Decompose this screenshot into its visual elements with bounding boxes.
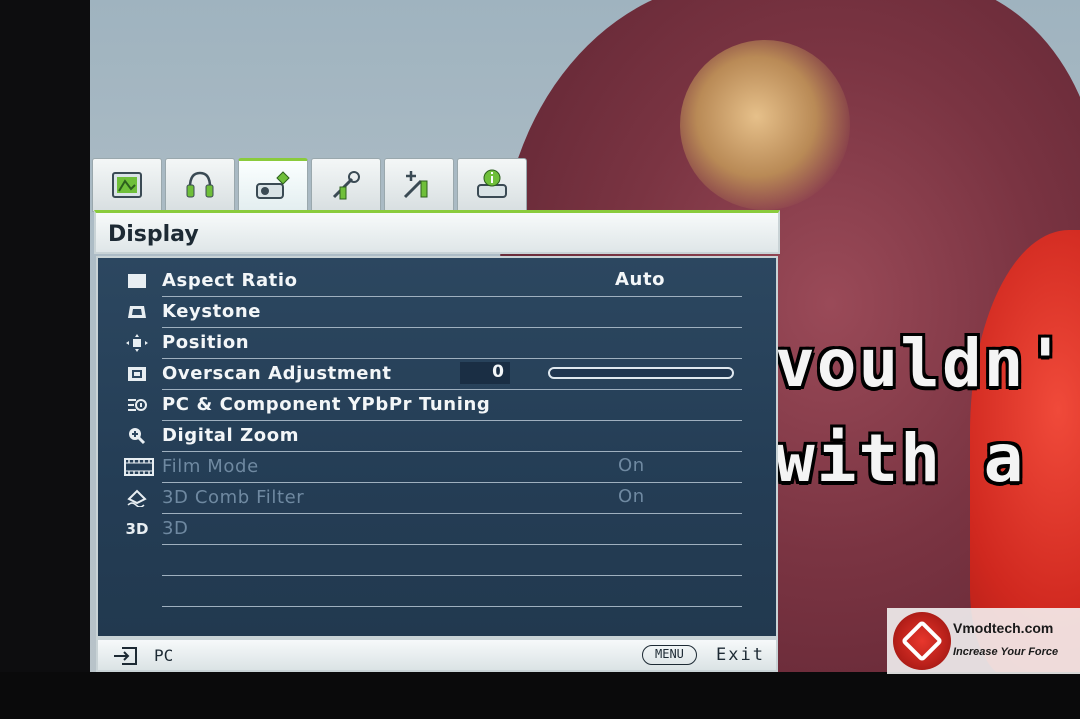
digital-zoom-icon [126,427,148,445]
information-icon [477,169,507,198]
menu-item-keystone[interactable]: Keystone [98,297,776,328]
screen-border-left [0,0,90,719]
menu-item-position[interactable]: Position [98,328,776,359]
menu-list: Aspect Ratio Auto Keystone Position Over… [96,256,778,638]
system-setup-advanced-icon [403,171,428,199]
watermark-slogan: Increase Your Force [953,646,1059,658]
audio-settings-icon [186,171,214,198]
menu-item-label: Keystone [162,301,262,322]
watermark-title: Vmodtech.com [953,620,1054,636]
comb-filter-value: On [618,486,645,507]
osd-footer: PC MENU Exit [96,638,778,672]
tab-display[interactable] [238,158,308,212]
overscan-value: 0 [460,362,510,384]
comb-filter-icon [126,489,148,507]
film-mode-value: On [618,455,645,476]
menu-item-3d-comb-filter[interactable]: 3D Comb Filter On [98,483,776,514]
menu-item-label: 3D [162,518,189,539]
exit-label: Exit [716,645,765,665]
aspect-ratio-icon [126,272,148,290]
empty-row [98,545,776,576]
menu-item-label: PC & Component YPbPr Tuning [162,394,491,415]
pc-tuning-icon [126,396,148,414]
subtitle-line-2: with a [775,420,1026,497]
person-hair [680,40,850,210]
film-mode-icon [124,458,154,476]
menu-item-label: 3D Comb Filter [162,487,305,508]
osd-menu: Display Aspect Ratio Auto Keystone Posit… [94,210,780,672]
system-setup-basic-icon [332,171,360,200]
menu-item-overscan-adjustment[interactable]: Overscan Adjustment 0 [98,359,776,390]
overscan-icon [126,365,148,383]
3d-icon: 3D [125,520,149,538]
picture-settings-icon [112,172,142,198]
divider [162,606,742,607]
tab-information[interactable] [457,158,527,212]
menu-key-button[interactable]: MENU [642,645,697,665]
menu-item-aspect-ratio[interactable]: Aspect Ratio Auto [98,266,776,297]
menu-item-label: Aspect Ratio [162,270,298,291]
menu-item-label: Position [162,332,250,353]
tab-system-basic[interactable] [311,158,381,212]
vmodtech-logo [893,612,951,670]
menu-item-film-mode[interactable]: Film Mode On [98,452,776,483]
menu-item-pc-component-tuning[interactable]: PC & Component YPbPr Tuning [98,390,776,421]
menu-item-3d[interactable]: 3D 3D [98,514,776,545]
tab-system-advanced[interactable] [384,158,454,212]
tab-audio[interactable] [165,158,235,212]
position-icon [126,334,148,352]
osd-header: Display [94,210,780,254]
aspect-ratio-value[interactable]: Auto [615,269,665,290]
empty-row [98,576,776,607]
overscan-slider[interactable] [548,367,734,379]
watermark: Vmodtech.com Increase Your Force [887,608,1080,674]
menu-title: Display [108,222,199,247]
tab-picture[interactable] [92,158,162,212]
menu-item-digital-zoom[interactable]: Digital Zoom [98,421,776,452]
display-settings-icon [256,171,290,199]
menu-item-label: Film Mode [162,456,259,477]
screen-border-bottom [0,672,1080,719]
menu-item-label: Digital Zoom [162,425,300,446]
keystone-icon [126,303,148,321]
source-label: PC [154,646,174,665]
subtitle-line-1: vouldn' [775,325,1068,402]
source-input-icon [114,647,137,665]
menu-item-label: Overscan Adjustment [162,363,392,384]
